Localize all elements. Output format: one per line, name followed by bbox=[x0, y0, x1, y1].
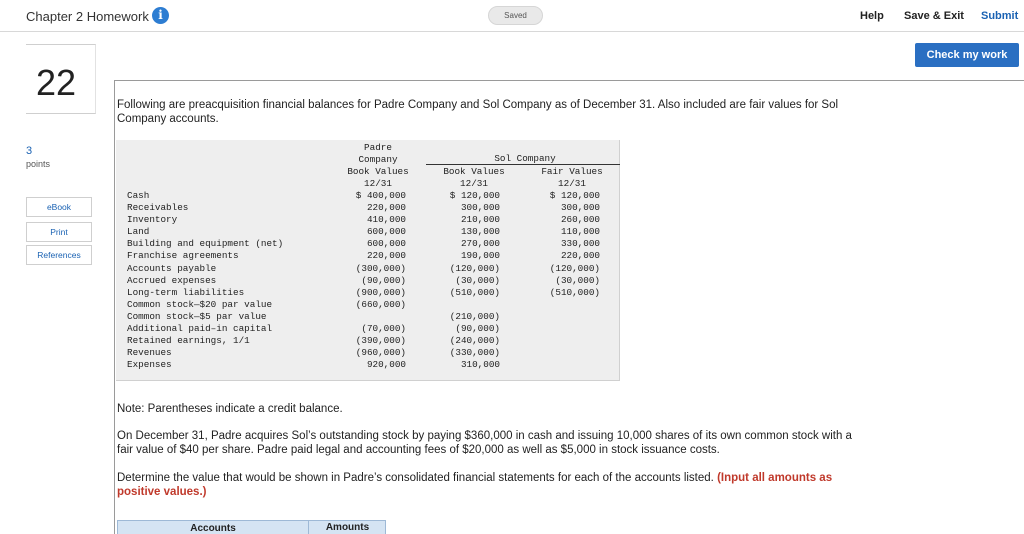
padre-value: 220,000 bbox=[366, 250, 406, 262]
financial-balances-table: Padre Company Sol Company Book Values Bo… bbox=[116, 140, 620, 381]
account-name: Additional paid–in capital bbox=[127, 323, 273, 335]
sol-book-value: (90,000) bbox=[455, 323, 500, 335]
ebook-button[interactable]: eBook bbox=[26, 197, 92, 217]
padre-value: (90,000) bbox=[361, 274, 406, 286]
padre-value: (900,000) bbox=[355, 286, 406, 298]
points-label: points bbox=[26, 159, 51, 169]
account-name: Land bbox=[127, 226, 150, 238]
amounts-column-header: Amounts bbox=[308, 521, 386, 534]
sol-fair-value bbox=[530, 311, 600, 323]
padre-value: 600,000 bbox=[366, 238, 406, 250]
sol-book-value: 270,000 bbox=[460, 238, 500, 250]
saved-status-badge: Saved bbox=[488, 6, 543, 25]
account-name: Expenses bbox=[127, 359, 172, 371]
account-name: Retained earnings, 1/1 bbox=[127, 335, 250, 347]
sol-fair-value bbox=[530, 359, 600, 371]
sol-book-value: 300,000 bbox=[460, 202, 500, 214]
account-name: Common stock—$5 par value bbox=[127, 310, 267, 322]
sol-book-value: (330,000) bbox=[449, 347, 500, 359]
question-number: 22 bbox=[36, 62, 77, 103]
padre-value: $ 400,000 bbox=[355, 190, 406, 201]
sol-fair-value: 330,000 bbox=[560, 238, 600, 250]
sol-book-value: 310,000 bbox=[460, 359, 500, 371]
sol-fair-value: 220,000 bbox=[560, 250, 600, 262]
padre-value: (390,000) bbox=[355, 335, 406, 347]
padre-value: (70,000) bbox=[361, 323, 406, 335]
sol-header-rule bbox=[426, 164, 620, 165]
sol-book-values-column: $ 120,000 300,000 210,000 130,000 270,000 190… bbox=[434, 190, 500, 371]
sol-fair-date-header: 12/31 bbox=[558, 178, 586, 189]
padre-value: 410,000 bbox=[366, 214, 406, 226]
sol-book-value: (30,000) bbox=[455, 274, 500, 286]
sol-fair-value: (120,000) bbox=[549, 262, 600, 274]
sol-book-values-header: Book Values bbox=[443, 166, 505, 177]
sol-book-value: 210,000 bbox=[460, 214, 500, 226]
account-name: Franchise agreements bbox=[127, 250, 239, 262]
sol-fair-value: 110,000 bbox=[560, 226, 600, 238]
sol-book-value: (510,000) bbox=[449, 286, 500, 298]
points-value: 3 bbox=[26, 145, 33, 157]
account-name: Common stock—$20 par value bbox=[127, 298, 273, 310]
account-name: Revenues bbox=[127, 347, 172, 359]
padre-book-values-column: $ 400,000 220,000 410,000 600,000 600,000 220… bbox=[338, 190, 406, 371]
account-name: Inventory bbox=[127, 214, 178, 226]
padre-value: 220,000 bbox=[366, 202, 406, 214]
sol-fair-value: $ 120,000 bbox=[549, 190, 600, 201]
padre-date-header: 12/31 bbox=[364, 178, 392, 189]
padre-value: (660,000) bbox=[355, 298, 406, 310]
account-name: Accrued expenses bbox=[127, 274, 217, 286]
padre-value: 600,000 bbox=[366, 226, 406, 238]
answer-table-header: Accounts Amounts bbox=[117, 520, 386, 534]
padre-book-values-header: Book Values bbox=[347, 166, 409, 177]
account-name: Receivables bbox=[127, 202, 189, 214]
instruction-text: Determine the value that would be shown … bbox=[117, 472, 714, 484]
account-name: Accounts payable bbox=[127, 262, 217, 274]
sol-fair-value bbox=[530, 335, 600, 347]
sol-fair-value bbox=[530, 299, 600, 311]
sol-fair-values-column: $ 120,000 300,000 260,000 110,000 330,000 220… bbox=[530, 190, 600, 371]
sol-book-value: (210,000) bbox=[449, 310, 500, 322]
padre-value: (300,000) bbox=[355, 262, 406, 274]
print-button[interactable]: Print bbox=[26, 222, 92, 242]
sol-book-date-header: 12/31 bbox=[460, 178, 488, 189]
top-bar: Chapter 2 Homework i Saved Help Save & E… bbox=[0, 0, 1024, 32]
sol-fair-value: 260,000 bbox=[560, 214, 600, 226]
sol-fair-value: (30,000) bbox=[555, 274, 600, 286]
padre-value: (960,000) bbox=[355, 347, 406, 359]
sol-fair-value: (510,000) bbox=[549, 286, 600, 298]
account-name: Long-term liabilities bbox=[127, 286, 245, 298]
submit-link[interactable]: Submit bbox=[981, 10, 1018, 22]
info-icon[interactable]: i bbox=[152, 7, 169, 24]
check-my-work-button[interactable]: Check my work bbox=[915, 43, 1019, 67]
padre-header-1: Padre bbox=[364, 142, 392, 153]
references-button[interactable]: References bbox=[26, 245, 92, 265]
account-name: Cash bbox=[127, 190, 150, 201]
padre-value bbox=[338, 311, 406, 323]
sol-fair-value bbox=[530, 323, 600, 335]
assignment-title: Chapter 2 Homework bbox=[26, 9, 149, 24]
sol-book-value: $ 120,000 bbox=[449, 190, 500, 201]
padre-header-2: Company bbox=[358, 154, 398, 165]
intro-paragraph: Following are preacquisition financial b… bbox=[117, 99, 839, 125]
accounts-column-header: Accounts bbox=[190, 523, 236, 534]
sol-book-value: 190,000 bbox=[460, 250, 500, 262]
account-name: Building and equipment (net) bbox=[127, 238, 284, 250]
note-paragraph: Note: Parentheses indicate a credit bala… bbox=[117, 403, 343, 415]
sol-book-value bbox=[434, 299, 500, 311]
help-link[interactable]: Help bbox=[860, 10, 884, 22]
sol-book-value: 130,000 bbox=[460, 226, 500, 238]
sol-fair-values-header: Fair Values bbox=[541, 166, 603, 177]
sol-fair-value bbox=[530, 347, 600, 359]
scenario-paragraph: On December 31, Padre acquires Sol’s out… bbox=[117, 430, 852, 456]
instruction-paragraph: Determine the value that would be shown … bbox=[117, 471, 847, 499]
sol-fair-value: 300,000 bbox=[560, 202, 600, 214]
save-exit-link[interactable]: Save & Exit bbox=[904, 10, 964, 22]
padre-value: 920,000 bbox=[366, 359, 406, 371]
sol-book-value: (240,000) bbox=[449, 335, 500, 347]
sol-book-value: (120,000) bbox=[449, 262, 500, 274]
account-names-column: Cash Receivables Inventory Land Building and… bbox=[127, 190, 283, 371]
